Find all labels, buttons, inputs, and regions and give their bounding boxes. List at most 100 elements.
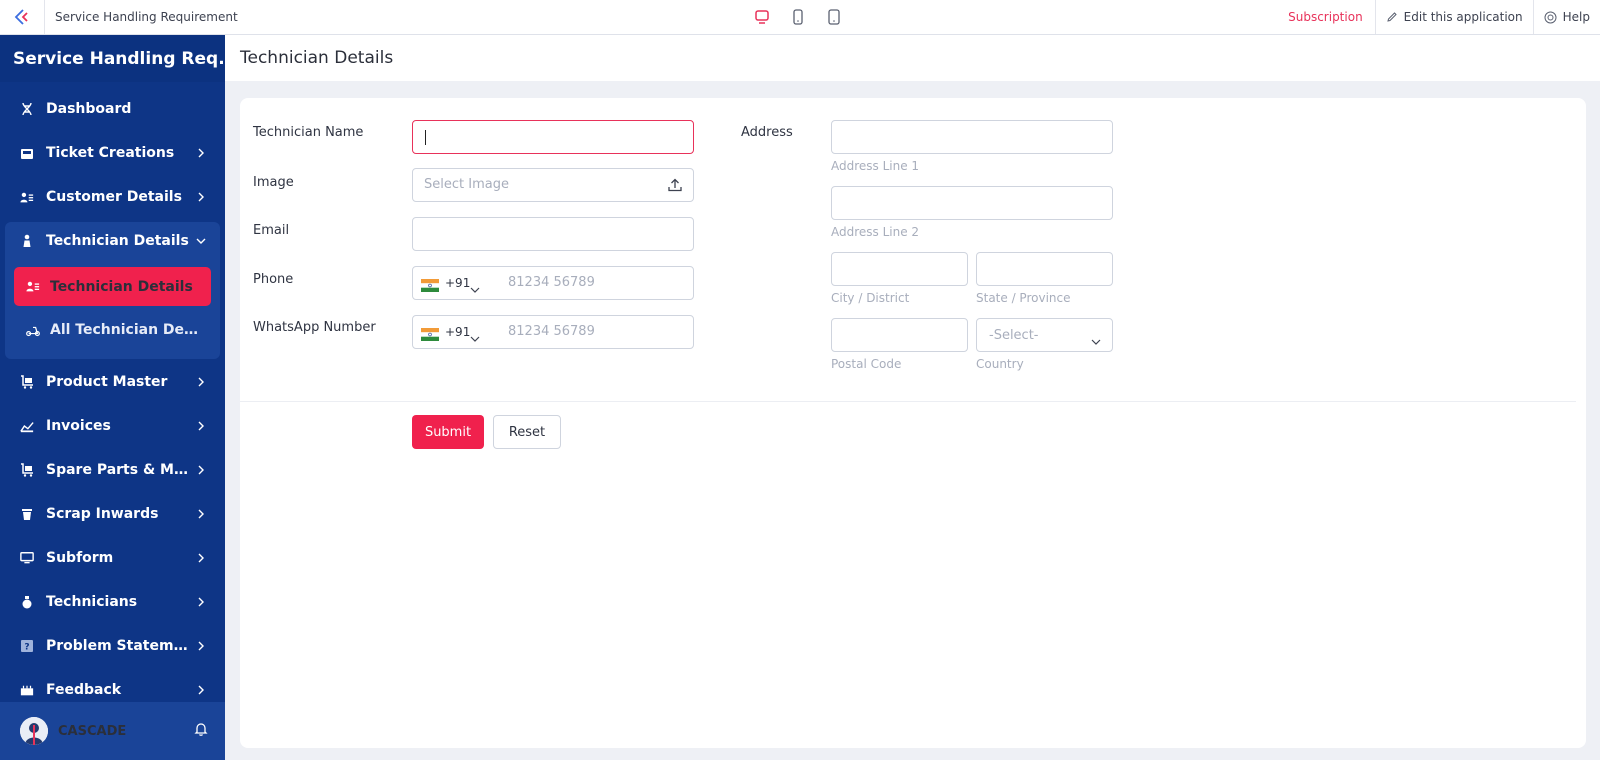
- address-line2-input[interactable]: [831, 186, 1113, 220]
- sidebar-subitem-technician-details[interactable]: Technician Details: [14, 267, 211, 306]
- sidebar-item-spare-parts[interactable]: Spare Parts & Ma...: [0, 450, 225, 490]
- chevron-right-icon: [195, 508, 207, 520]
- sidebar-item-technician-details[interactable]: Technician Details: [0, 221, 225, 261]
- reset-button[interactable]: Reset: [493, 415, 561, 449]
- monitor-icon: [20, 551, 34, 565]
- sidebar-item-label: Problem Stateme...: [46, 638, 195, 654]
- avatar[interactable]: [20, 717, 48, 745]
- text-caret: [425, 130, 426, 145]
- inbox-icon: [20, 146, 34, 160]
- email-field[interactable]: [412, 217, 694, 251]
- state-input[interactable]: [976, 252, 1113, 286]
- phone-label: Phone: [253, 272, 294, 287]
- address-line1-hint: Address Line 1: [831, 159, 920, 173]
- chevron-right-icon: [195, 191, 207, 203]
- submit-button[interactable]: Submit: [412, 415, 484, 449]
- bell-icon[interactable]: [193, 721, 209, 741]
- whatsapp-field[interactable]: +91 81234 56789: [412, 315, 694, 349]
- subscription-link[interactable]: Subscription: [1276, 10, 1375, 24]
- sidebar-subitem-label: Technician Details: [50, 278, 193, 295]
- image-placeholder: Select Image: [424, 177, 509, 192]
- sidebar-item-invoices[interactable]: Invoices: [0, 406, 225, 446]
- address-label: Address: [741, 125, 793, 140]
- sidebar-item-ticket-creations[interactable]: Ticket Creations: [0, 133, 225, 173]
- user-list-icon: [20, 190, 34, 204]
- sidebar-app-name: Service Handling Req...: [0, 35, 225, 82]
- feedback-icon: [20, 683, 34, 697]
- state-hint: State / Province: [976, 291, 1071, 305]
- sidebar-item-label: Spare Parts & Ma...: [46, 462, 195, 478]
- app-logo-icon[interactable]: [0, 0, 45, 34]
- postal-code-hint: Postal Code: [831, 357, 902, 371]
- sidebar-item-label: Ticket Creations: [46, 145, 175, 161]
- help-icon: [1544, 11, 1557, 23]
- postal-code-input[interactable]: [831, 318, 968, 352]
- user-list-icon: [26, 280, 40, 293]
- top-bar: Service Handling Requirement Subscriptio…: [0, 0, 1600, 35]
- page-title: Technician Details: [225, 35, 1600, 81]
- sidebar-item-label: Scrap Inwards: [46, 506, 159, 522]
- dna-icon: [20, 102, 34, 116]
- sidebar-item-label: Invoices: [46, 418, 111, 434]
- city-input[interactable]: [831, 252, 968, 286]
- sidebar-item-label: Technician Details: [46, 233, 189, 249]
- help-button[interactable]: Help: [1532, 0, 1600, 34]
- mobile-view-icon[interactable]: [824, 7, 844, 27]
- sidebar-item-customer-details[interactable]: Customer Details: [0, 177, 225, 217]
- address-line1-input[interactable]: [831, 120, 1113, 154]
- desktop-view-icon[interactable]: [752, 7, 772, 27]
- chevron-right-icon: [195, 147, 207, 159]
- chevron-down-icon: [195, 237, 207, 245]
- upload-icon[interactable]: [667, 177, 683, 197]
- india-flag-icon[interactable]: [421, 326, 439, 341]
- chevron-right-icon: [195, 684, 207, 696]
- india-flag-icon[interactable]: [421, 277, 439, 292]
- user-name: CASCADE: [58, 723, 127, 739]
- sidebar-item-dashboard[interactable]: Dashboard: [0, 89, 225, 129]
- sidebar-item-technicians[interactable]: Technicians: [0, 582, 225, 622]
- tablet-view-icon[interactable]: [788, 7, 808, 27]
- phone-field[interactable]: +91 81234 56789: [412, 266, 694, 300]
- sidebar-item-label: Feedback: [46, 682, 122, 698]
- chevron-right-icon: [195, 376, 207, 388]
- image-label: Image: [253, 175, 294, 190]
- help-label: Help: [1562, 10, 1590, 24]
- email-label: Email: [253, 223, 290, 238]
- sidebar-item-label: Product Master: [46, 374, 168, 390]
- image-upload-field[interactable]: Select Image: [412, 168, 694, 202]
- form-divider: [240, 401, 1576, 402]
- sidebar-item-scrap-inwards[interactable]: Scrap Inwards: [0, 494, 225, 534]
- flask-icon: [20, 595, 34, 609]
- edit-application-label: Edit this application: [1403, 10, 1523, 24]
- chevron-right-icon: [195, 640, 207, 652]
- cart-icon: [20, 463, 34, 477]
- country-select[interactable]: -Select-: [976, 318, 1113, 352]
- chevron-down-icon[interactable]: [469, 328, 481, 347]
- sidebar-item-subform[interactable]: Subform: [0, 538, 225, 578]
- chevron-down-icon: [1090, 331, 1102, 350]
- address-line2-hint: Address Line 2: [831, 225, 920, 239]
- sidebar-item-product-master[interactable]: Product Master: [0, 362, 225, 402]
- edit-application-button[interactable]: Edit this application: [1374, 0, 1533, 34]
- sidebar-subitem-all-technician-details[interactable]: All Technician Det...: [14, 311, 211, 349]
- phone-placeholder: 81234 56789: [508, 275, 595, 290]
- app-title: Service Handling Requirement: [55, 10, 238, 24]
- invoice-icon: [20, 419, 34, 433]
- chevron-down-icon[interactable]: [469, 279, 481, 298]
- technician-name-input[interactable]: [412, 120, 694, 154]
- phone-country-code[interactable]: +91: [445, 276, 470, 290]
- chevron-right-icon: [195, 464, 207, 476]
- sidebar-user-footer: CASCADE: [0, 702, 225, 760]
- city-hint: City / District: [831, 291, 910, 305]
- chevron-right-icon: [195, 552, 207, 564]
- bin-icon: [20, 507, 34, 521]
- sidebar-subitem-label: All Technician Det...: [50, 322, 200, 338]
- whatsapp-country-code[interactable]: +91: [445, 325, 470, 339]
- scooter-icon: [26, 324, 40, 337]
- sidebar-item-label: Subform: [46, 550, 114, 566]
- question-icon: ?: [20, 639, 34, 653]
- sidebar-item-problem-statement[interactable]: ? Problem Stateme...: [0, 626, 225, 666]
- whatsapp-placeholder: 81234 56789: [508, 324, 595, 339]
- person-icon: [20, 234, 34, 248]
- chevron-right-icon: [195, 596, 207, 608]
